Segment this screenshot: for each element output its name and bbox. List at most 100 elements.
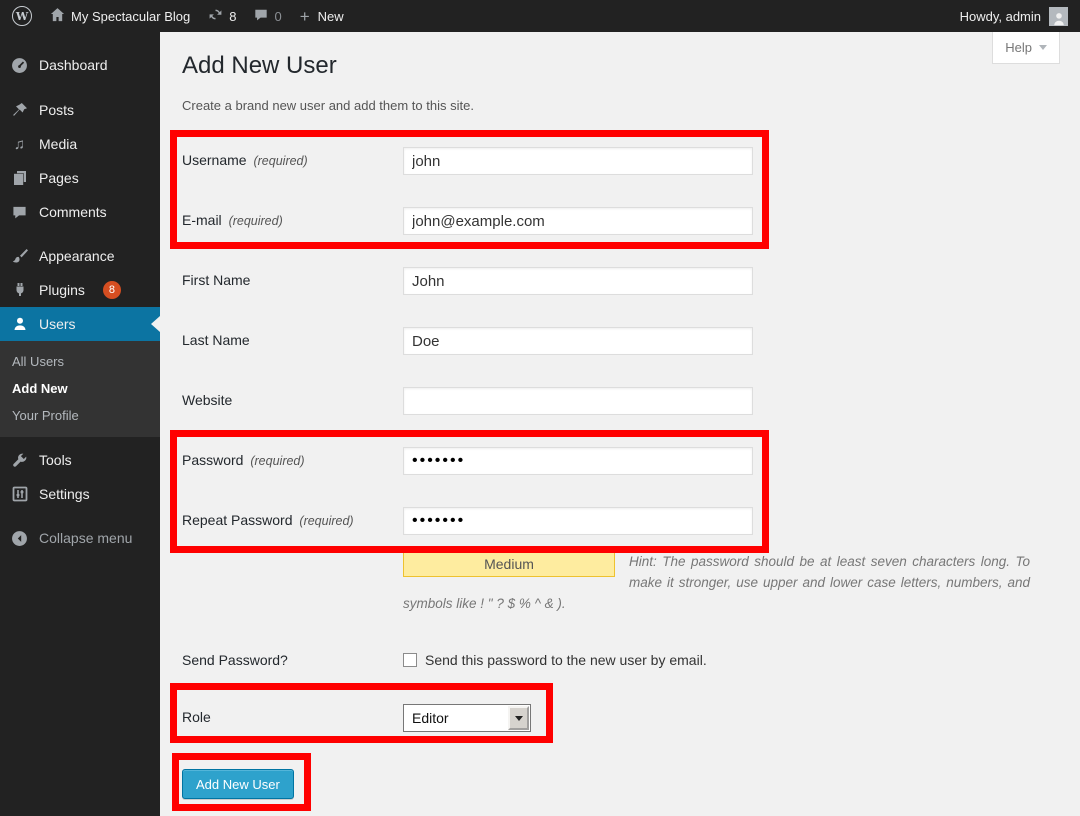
form-row-email: E-mail (required) <box>182 207 1080 267</box>
chevron-down-icon <box>515 716 523 721</box>
dropdown-arrow-button[interactable] <box>508 706 529 730</box>
role-select[interactable]: Editor <box>403 704 531 732</box>
username-input[interactable] <box>403 147 753 175</box>
form-row-website: Website <box>182 387 1080 447</box>
greeting: Howdy, admin <box>960 9 1041 24</box>
new-content-menu[interactable]: + New <box>300 8 344 25</box>
field-label: Last Name <box>182 327 403 348</box>
password-input[interactable] <box>403 447 753 475</box>
comments-menu[interactable]: 0 <box>254 8 281 25</box>
update-count: 8 <box>229 9 236 24</box>
last-name-label: Last Name <box>182 332 250 348</box>
plug-icon <box>11 282 28 298</box>
field-label: First Name <box>182 267 403 288</box>
avatar <box>1049 7 1068 26</box>
email-input[interactable] <box>403 207 753 235</box>
sidebar-item-tools[interactable]: Tools <box>0 443 160 477</box>
users-submenu: All Users Add New Your Profile <box>0 341 160 437</box>
send-password-checkbox-label: Send this password to the new user by em… <box>425 652 707 668</box>
gauge-icon <box>11 57 28 74</box>
email-label: E-mail <box>182 212 222 228</box>
submenu-item-add-new[interactable]: Add New <box>0 375 160 402</box>
submenu-item-all-users[interactable]: All Users <box>0 348 160 375</box>
form-row-repeat-password: Repeat Password (required) <box>182 507 1080 551</box>
required-note: (required) <box>250 454 304 468</box>
send-password-checkbox[interactable] <box>403 653 417 667</box>
site-name: My Spectacular Blog <box>71 9 190 24</box>
wordpress-menu[interactable]: W <box>12 6 32 26</box>
password-strength-section: Medium Hint: The password should be at l… <box>403 551 1030 614</box>
sidebar-item-dashboard[interactable]: Dashboard <box>0 48 160 82</box>
sidebar-item-appearance[interactable]: Appearance <box>0 239 160 273</box>
send-password-option: Send this password to the new user by em… <box>403 652 707 668</box>
first-name-label: First Name <box>182 272 250 288</box>
form-row-username: Username (required) <box>182 147 1080 207</box>
last-name-input[interactable] <box>403 327 753 355</box>
send-password-label: Send Password? <box>182 652 288 668</box>
sidebar-item-label: Tools <box>39 452 72 468</box>
chevron-down-icon <box>1039 45 1047 50</box>
site-name-menu[interactable]: My Spectacular Blog <box>50 7 190 25</box>
add-user-form: Username (required) E-mail (required) Fi… <box>182 147 1080 799</box>
sidebar-item-label: Settings <box>39 486 90 502</box>
sidebar-item-users[interactable]: Users <box>0 307 160 341</box>
submenu-item-your-profile[interactable]: Your Profile <box>0 402 160 429</box>
comment-count: 0 <box>274 9 281 24</box>
admin-sidebar: Dashboard Posts ♫ Media Pages Comments <box>0 32 160 816</box>
sidebar-item-label: Comments <box>39 204 107 220</box>
media-icon: ♫ <box>11 137 28 152</box>
sidebar-item-media[interactable]: ♫ Media <box>0 127 160 161</box>
sidebar-item-comments[interactable]: Comments <box>0 195 160 229</box>
required-note: (required) <box>229 214 283 228</box>
form-row-password: Password (required) <box>182 447 1080 507</box>
plugins-update-badge: 8 <box>103 281 121 299</box>
wordpress-admin-page: { "admin_bar": { "site_name": "My Specta… <box>0 0 1080 816</box>
menu-separator <box>0 511 160 521</box>
help-label: Help <box>1005 40 1032 55</box>
plus-icon: + <box>300 8 310 25</box>
field-label: Role <box>182 704 403 725</box>
help-button[interactable]: Help <box>992 32 1060 64</box>
required-note: (required) <box>253 154 307 168</box>
sidebar-item-label: Dashboard <box>39 57 108 73</box>
sidebar-item-collapse-menu[interactable]: Collapse menu <box>0 521 160 555</box>
sidebar-item-label: Posts <box>39 102 74 118</box>
add-new-user-button[interactable]: Add New User <box>182 769 294 799</box>
account-menu[interactable]: Howdy, admin <box>960 7 1068 26</box>
field-label: Send Password? <box>182 652 403 668</box>
field-label: Username (required) <box>182 147 403 168</box>
repeat-password-label: Repeat Password <box>182 512 293 528</box>
pages-icon <box>11 170 28 186</box>
updates-icon <box>208 7 223 25</box>
role-selected-value: Editor <box>404 710 507 726</box>
repeat-password-input[interactable] <box>403 507 753 535</box>
page-title: Add New User <box>182 51 1080 81</box>
sidebar-item-plugins[interactable]: Plugins 8 <box>0 273 160 307</box>
website-input[interactable] <box>403 387 753 415</box>
menu-separator <box>0 229 160 239</box>
admin-bar: W My Spectacular Blog 8 0 + New Howdy, a… <box>0 0 1080 32</box>
pushpin-icon <box>11 102 28 118</box>
form-row-first-name: First Name <box>182 267 1080 327</box>
comment-bubble-icon <box>11 205 28 220</box>
sidebar-item-pages[interactable]: Pages <box>0 161 160 195</box>
first-name-input[interactable] <box>403 267 753 295</box>
updates-menu[interactable]: 8 <box>208 7 236 25</box>
page-description: Create a brand new user and add them to … <box>182 98 1080 113</box>
user-icon <box>11 316 28 332</box>
sidebar-item-label: Users <box>39 316 76 332</box>
new-label: New <box>318 9 344 24</box>
field-label: Repeat Password (required) <box>182 507 403 528</box>
required-note: (required) <box>299 514 353 528</box>
form-row-last-name: Last Name <box>182 327 1080 387</box>
sidebar-item-settings[interactable]: Settings <box>0 477 160 511</box>
sidebar-item-posts[interactable]: Posts <box>0 93 160 127</box>
wrench-icon <box>11 452 28 468</box>
username-label: Username <box>182 152 247 168</box>
wordpress-logo: W <box>12 6 32 26</box>
comment-bubble-icon <box>254 8 268 25</box>
main-content: Help Add New User Create a brand new use… <box>160 32 1080 816</box>
field-label: Password (required) <box>182 447 403 468</box>
sidebar-item-label: Collapse menu <box>39 530 132 546</box>
brush-icon <box>11 248 28 264</box>
